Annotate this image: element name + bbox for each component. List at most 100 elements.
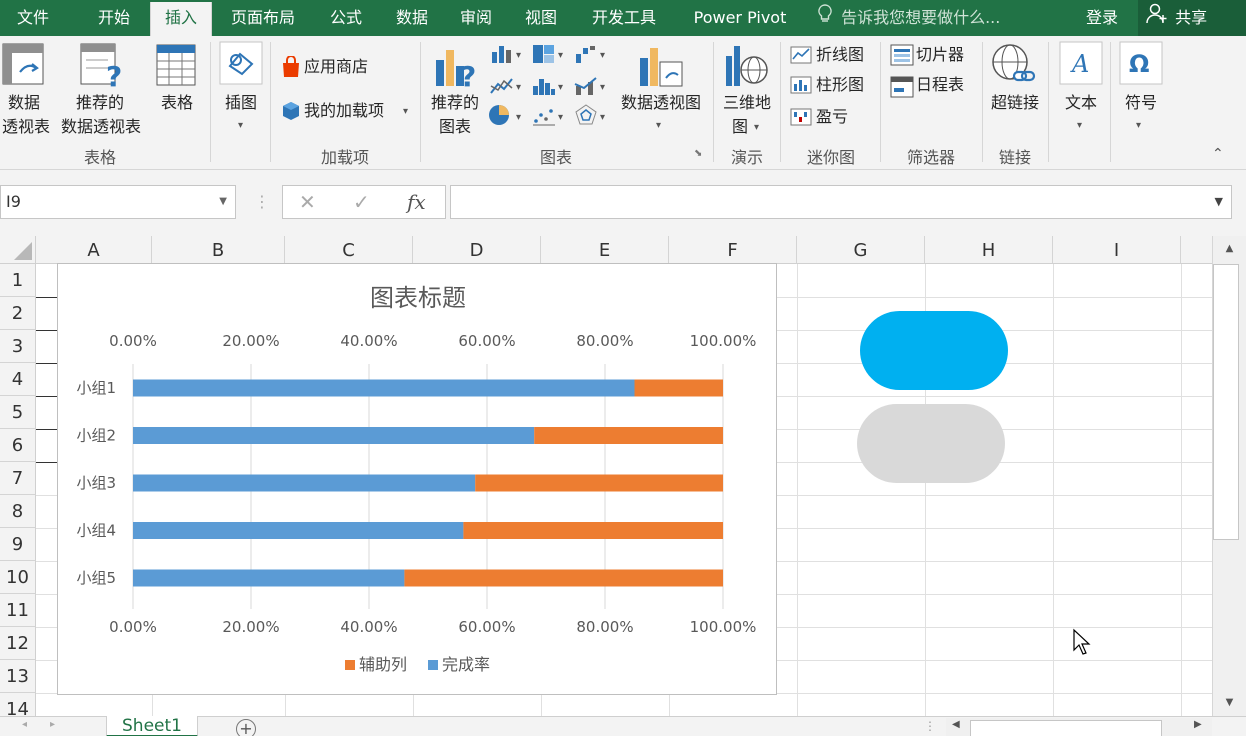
row-header-10[interactable]: 10	[0, 561, 36, 594]
chart-tick-label-bottom: 40.00%	[340, 618, 397, 636]
row-header-5[interactable]: 5	[0, 396, 36, 429]
scroll-down-icon[interactable]: ▼	[1213, 692, 1246, 714]
rounded-rectangle-shape-grey[interactable]	[857, 404, 1005, 483]
tab-developer[interactable]: 开发工具	[582, 0, 666, 36]
row-header-4[interactable]: 4	[0, 363, 36, 396]
share-label: 共享	[1175, 8, 1208, 27]
bar-completion-rate[interactable]	[133, 569, 405, 587]
scatter-chart-icon[interactable]	[532, 106, 556, 126]
tab-page-layout[interactable]: 页面布局	[222, 0, 304, 36]
scrollbar-thumb[interactable]	[1213, 264, 1239, 540]
rounded-rectangle-shape-blue[interactable]	[860, 311, 1008, 390]
chart-title[interactable]: 图表标题	[370, 284, 466, 312]
row-header-7[interactable]: 7	[0, 462, 36, 495]
waterfall-chart-icon[interactable]	[574, 44, 598, 64]
column-header-b[interactable]: B	[152, 236, 285, 264]
scroll-right-icon[interactable]: ▶	[1194, 719, 1202, 730]
tab-power-pivot[interactable]: Power Pivot	[682, 0, 798, 36]
stacked-bar-chart[interactable]: 图表标题 0.00% 20.00% 40.00% 60.00% 80.00% 100.00…	[57, 263, 777, 695]
column-header-f[interactable]: F	[669, 236, 797, 264]
chart-tick-label-top: 40.00%	[340, 332, 397, 350]
login-button[interactable]: 登录	[1086, 0, 1118, 36]
tab-file[interactable]: 文件	[0, 0, 66, 36]
sheet-nav-right-icon[interactable]: ▸	[50, 719, 55, 730]
statistic-chart-icon[interactable]	[532, 76, 556, 96]
add-sheet-icon[interactable]: +	[236, 719, 256, 736]
formula-input[interactable]: ▼	[450, 185, 1232, 219]
table-label: 表格	[160, 93, 193, 112]
legend-entry[interactable]: 辅助列	[359, 655, 407, 674]
sparkline-line-icon	[790, 46, 812, 64]
3d-map-label-1: 三维地	[722, 93, 771, 112]
check-icon[interactable]: ✓	[353, 190, 370, 214]
row-header-6[interactable]: 6	[0, 429, 36, 462]
sparkline-winloss-label: 盈亏	[816, 107, 849, 126]
column-header-j[interactable]	[1181, 236, 1212, 264]
legend-entry[interactable]: 完成率	[442, 655, 490, 674]
hierarchy-chart-icon[interactable]	[532, 44, 556, 64]
legend-swatch	[345, 660, 355, 670]
bar-helper-column[interactable]	[634, 379, 724, 397]
chart-tick-label-bottom: 100.00%	[690, 618, 757, 636]
row-header-13[interactable]: 13	[0, 660, 36, 693]
svg-text:A: A	[1070, 50, 1089, 78]
sheet-nav-left-icon[interactable]: ◂	[22, 719, 27, 730]
tab-review[interactable]: 审阅	[450, 0, 502, 36]
horizontal-scrollbar[interactable]: ◀ ▶	[946, 718, 1212, 736]
combo-chart-icon[interactable]	[574, 76, 598, 96]
row-header-2[interactable]: 2	[0, 297, 36, 330]
row-header-1[interactable]: 1	[0, 264, 36, 297]
row-header-8[interactable]: 8	[0, 495, 36, 528]
line-chart-icon[interactable]	[490, 76, 514, 96]
recommended-charts-label-1: 推荐的	[430, 93, 479, 112]
row-header-3[interactable]: 3	[0, 330, 36, 363]
bar-completion-rate[interactable]	[133, 474, 476, 492]
slicer-icon	[890, 44, 914, 66]
column-header-c[interactable]: C	[285, 236, 413, 264]
name-box[interactable]: I9 ▼	[0, 185, 236, 219]
row-header-12[interactable]: 12	[0, 627, 36, 660]
tell-me-search[interactable]: 告诉我您想要做什么...	[818, 0, 1000, 36]
bar-helper-column[interactable]	[475, 474, 723, 492]
column-header-a[interactable]: A	[36, 236, 152, 264]
bar-completion-rate[interactable]	[133, 427, 535, 444]
worksheet-grid[interactable]: A B C D E F G H I 1 2 3 4 5 6 7 8 9 10 1…	[0, 236, 1212, 716]
sheet-tab-sheet1[interactable]: Sheet1	[106, 716, 198, 736]
collapse-ribbon-icon[interactable]: ⌃	[1212, 146, 1224, 162]
bar-helper-column[interactable]	[404, 569, 723, 587]
select-all-corner[interactable]	[0, 236, 36, 264]
splitter-dots-icon[interactable]: ⋮	[924, 719, 936, 733]
column-header-d[interactable]: D	[413, 236, 541, 264]
pie-chart-icon[interactable]	[488, 104, 514, 126]
insert-function-icon[interactable]: fx	[407, 190, 426, 214]
radar-chart-icon[interactable]	[574, 104, 598, 126]
column-chart-icon[interactable]	[490, 44, 514, 64]
store-bag-icon	[283, 56, 299, 77]
share-button[interactable]: 共享	[1138, 0, 1246, 36]
column-header-i[interactable]: I	[1053, 236, 1181, 264]
tab-insert[interactable]: 插入	[150, 2, 212, 36]
column-header-g[interactable]: G	[797, 236, 925, 264]
column-header-e[interactable]: E	[541, 236, 669, 264]
chevron-down-icon: ▾	[1136, 120, 1142, 131]
row-header-9[interactable]: 9	[0, 528, 36, 561]
tab-formulas[interactable]: 公式	[318, 0, 374, 36]
vertical-scrollbar[interactable]: ▲ ▼	[1212, 236, 1246, 716]
column-header-h[interactable]: H	[925, 236, 1053, 264]
tab-home[interactable]: 开始	[80, 0, 148, 36]
bar-helper-column[interactable]	[534, 427, 723, 444]
bar-completion-rate[interactable]	[133, 522, 464, 539]
bar-completion-rate[interactable]	[133, 379, 635, 397]
scroll-up-icon[interactable]: ▲	[1213, 238, 1246, 260]
row-header-11[interactable]: 11	[0, 594, 36, 627]
row-header-14[interactable]: 14	[0, 693, 36, 716]
scrollbar-thumb[interactable]	[970, 720, 1162, 736]
drag-handle-icon[interactable]: ⋮	[254, 192, 270, 211]
tab-view[interactable]: 视图	[514, 0, 568, 36]
dialog-launcher-icon[interactable]: ⬊	[694, 148, 702, 159]
bar-helper-column[interactable]	[463, 522, 723, 539]
tab-data[interactable]: 数据	[386, 0, 438, 36]
cancel-icon[interactable]: ✕	[299, 190, 316, 214]
scroll-left-icon[interactable]: ◀	[952, 719, 960, 730]
legend-swatch	[428, 660, 438, 670]
